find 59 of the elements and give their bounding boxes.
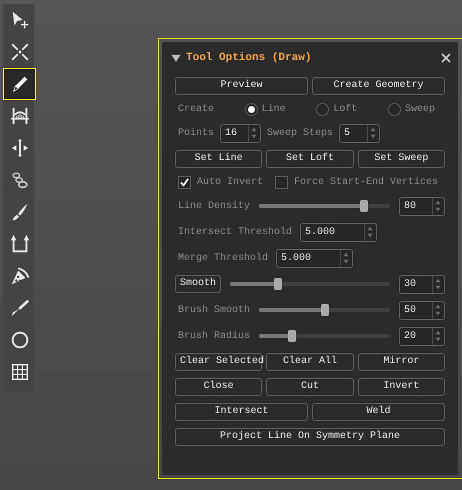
number-field[interactable]: 5.000 [300,222,378,242]
spin-arrows-icon[interactable] [249,126,260,140]
action-button[interactable]: Preview [175,76,308,94]
action-button[interactable]: Close [175,378,262,396]
number-field[interactable]: 16 [220,124,262,142]
checkbox-option[interactable]: Force Start-End Vertices [275,174,438,190]
action-button[interactable]: Mirror [358,352,445,370]
action-button[interactable]: Clear Selected [175,352,262,370]
number-field[interactable]: 30 [399,274,445,294]
panel-title: Tool Options (Draw) [186,51,312,66]
field-label: Create [178,102,214,116]
field-label: Points [178,126,214,140]
action-button[interactable]: Intersect [175,402,308,420]
field-label: Sweep Steps [267,126,334,140]
action-button[interactable]: Clear All [266,352,354,370]
action-button[interactable]: Project Line On Symmetry Plane [175,428,445,446]
action-button[interactable]: Smooth [175,275,222,293]
number-field[interactable]: 80 [399,196,445,216]
bridge-icon [8,105,30,127]
spin-arrows-icon[interactable] [433,329,443,343]
action-button[interactable]: Weld [312,402,445,420]
spin-arrows-icon[interactable] [433,303,443,317]
field-label: Intersect Threshold [178,226,292,240]
slider-thumb[interactable] [274,278,282,290]
action-button[interactable]: Cut [266,378,354,396]
field-label: Brush Radius [177,330,250,344]
action-button[interactable]: Set Sweep [358,150,445,168]
spin-arrows-icon[interactable] [368,126,378,140]
arrows-up-icon [8,233,30,255]
slider[interactable] [259,330,390,342]
spin-arrows-icon[interactable] [433,199,443,213]
number-field[interactable]: 5 [339,124,380,142]
slider[interactable] [230,278,390,290]
slider[interactable] [259,304,390,316]
spin-arrows-icon[interactable] [341,251,352,265]
field-label: Line Density [177,200,250,214]
spin-arrows-icon[interactable] [433,277,443,291]
cross-icon [8,41,30,63]
slider-thumb[interactable] [288,330,296,342]
number-field[interactable]: 5.000 [276,248,354,268]
radio-option[interactable]: Line [244,102,286,116]
radio-option[interactable]: Loft [316,102,358,116]
radio-option[interactable]: Sweep [388,102,435,116]
action-button[interactable]: Set Loft [266,150,354,168]
field-label: Brush Smooth [177,304,250,318]
number-field[interactable]: 20 [399,326,445,346]
number-field[interactable]: 50 [399,300,445,320]
slider-thumb[interactable] [320,304,328,316]
close-icon[interactable] [441,53,451,64]
slider-thumb[interactable] [360,200,368,212]
action-button[interactable]: Set Line [175,150,262,168]
action-button[interactable]: Create Geometry [312,76,445,94]
field-label: Merge Threshold [178,252,268,266]
spin-arrows-icon[interactable] [365,225,376,239]
collapse-triangle-icon[interactable] [171,54,181,63]
checkbox-option[interactable]: Auto Invert [178,174,264,190]
slider[interactable] [259,200,390,212]
tool-button[interactable] [3,68,36,100]
action-button[interactable]: Invert [358,378,445,396]
